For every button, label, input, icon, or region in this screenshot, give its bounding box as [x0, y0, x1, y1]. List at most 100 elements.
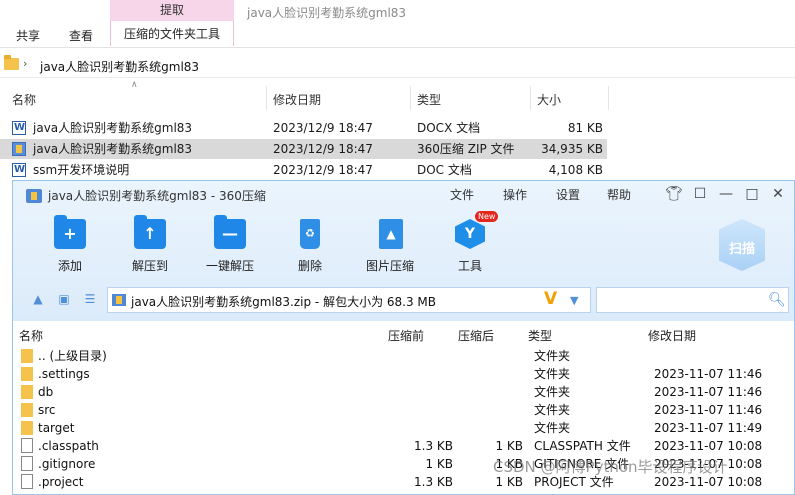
file-name: java人脸识别考勤系统gml83 — [33, 142, 193, 156]
file-row[interactable]: java人脸识别考勤系统gml83 2023/12/9 18:47 DOCX 文… — [0, 118, 607, 138]
list-item[interactable]: target 文件夹 2023-11-07 11:49 — [13, 419, 794, 437]
up-arrow-icon[interactable]: ▲ — [31, 292, 45, 306]
entry-type: 文件夹 — [534, 349, 571, 363]
recycle-bin-icon: ♻ — [300, 219, 320, 249]
entry-type: GITIGNORE 文件 — [534, 457, 630, 471]
folder-icon — [21, 349, 33, 363]
image-compress-icon: ▲ — [379, 219, 403, 249]
file-icon — [21, 456, 33, 471]
skin-icon[interactable]: 👕︎ — [663, 183, 685, 205]
menu-settings[interactable]: 设置 — [556, 186, 580, 203]
extract-to-icon: ↑ — [134, 215, 166, 249]
entry-name: .settings — [38, 367, 90, 381]
entry-type: 文件夹 — [534, 367, 571, 381]
feedback-icon[interactable]: ☐ — [689, 183, 711, 205]
tab-compressed-folder-tools[interactable]: 压缩的文件夹工具 — [110, 21, 234, 46]
one-click-extract-label: 一键解压 — [205, 259, 254, 273]
entry-modified: 2023-11-07 10:08 — [654, 457, 763, 471]
entry-name: .gitignore — [38, 457, 96, 471]
scan-label[interactable]: 扫描 — [719, 238, 765, 257]
column-name[interactable]: 名称 — [12, 91, 36, 108]
folder-icon — [21, 385, 33, 399]
add-folder-icon: + — [54, 215, 86, 249]
thumbnail-view-icon[interactable]: ▣ — [57, 292, 71, 306]
column-divider[interactable] — [266, 86, 267, 110]
zip-path-bar: ▲ ▣ ☰ java人脸识别考勤系统gml83.zip - 解包大小为 68.3… — [13, 283, 794, 315]
entry-name: .project — [38, 475, 84, 489]
list-view-icon[interactable]: ☰ — [83, 292, 97, 306]
file-row[interactable]: ssm开发环境说明 2023/12/9 18:47 DOC 文档 4,108 K… — [0, 160, 607, 180]
tab-view[interactable]: 查看 — [69, 27, 93, 45]
list-item[interactable]: src 文件夹 2023-11-07 11:46 — [13, 401, 794, 419]
search-icon[interactable]: 🔍︎ — [768, 293, 786, 307]
column-divider[interactable] — [530, 86, 531, 110]
address-bar[interactable]: › java人脸识别考勤系统gml83 — [0, 54, 795, 78]
file-modified: 2023/12/9 18:47 — [273, 121, 373, 135]
file-type: DOC 文档 — [417, 163, 472, 177]
list-item[interactable]: .classpath 1.3 KB 1 KB CLASSPATH 文件 2023-11-… — [13, 437, 794, 455]
explorer-window-title: java人脸识别考勤系统gml83 — [247, 6, 407, 20]
entry-type: PROJECT 文件 — [534, 475, 614, 489]
entry-modified: 2023-11-07 10:08 — [654, 439, 763, 453]
column-size[interactable]: 大小 — [537, 91, 561, 108]
column-before[interactable]: 压缩前 — [388, 327, 424, 344]
column-modified[interactable]: 修改日期 — [648, 327, 696, 344]
list-item[interactable]: db 文件夹 2023-11-07 11:46 — [13, 383, 794, 401]
column-type[interactable]: 类型 — [417, 91, 441, 108]
entry-size-before: 1 KB — [425, 457, 453, 471]
file-size: 81 KB — [567, 121, 603, 135]
menu-operation[interactable]: 操作 — [503, 186, 527, 203]
minimize-icon[interactable]: — — [715, 183, 737, 205]
entry-name: src — [38, 403, 56, 417]
verify-icon[interactable]: V — [544, 289, 557, 309]
list-item[interactable]: .settings 文件夹 2023-11-07 11:46 — [13, 365, 794, 383]
menu-help[interactable]: 帮助 — [607, 186, 631, 203]
folder-icon — [21, 421, 33, 435]
tools-button[interactable]: Y 工具 — [435, 217, 505, 277]
list-item[interactable]: .project 1.3 KB 1 KB PROJECT 文件 2023-11-07 1… — [13, 473, 794, 491]
list-item[interactable]: .gitignore 1 KB 1 KB GITIGNORE 文件 2023-11-07… — [13, 455, 794, 473]
entry-size-after: 1 KB — [495, 457, 523, 471]
column-name[interactable]: 名称 — [19, 327, 43, 344]
maximize-icon[interactable]: □ — [741, 183, 763, 205]
list-item[interactable]: .. (上级目录) 文件夹 — [13, 347, 794, 365]
zip-path-field[interactable]: java人脸识别考勤系统gml83.zip - 解包大小为 68.3 MB V … — [107, 287, 591, 313]
file-modified: 2023/12/9 18:47 — [273, 163, 373, 177]
extract-to-button[interactable]: ↑ 解压到 — [115, 215, 185, 277]
entry-modified: 2023-11-07 11:49 — [654, 421, 763, 435]
tab-share[interactable]: 共享 — [16, 27, 40, 45]
column-modified[interactable]: 修改日期 — [273, 91, 321, 108]
column-divider[interactable] — [608, 86, 609, 110]
image-compress-button[interactable]: ▲ 图片压缩 — [355, 217, 425, 277]
file-icon — [21, 438, 33, 453]
column-after[interactable]: 压缩后 — [458, 327, 494, 344]
one-click-extract-button[interactable]: — 一键解压 — [195, 215, 265, 277]
explorer-column-headers: 名称 修改日期 类型 大小 — [0, 84, 610, 112]
extract-context-header[interactable]: 提取 — [110, 0, 234, 21]
entry-name: target — [38, 421, 75, 435]
close-icon[interactable]: ✕ — [767, 183, 789, 205]
zip-column-headers: 名称 压缩前 压缩后 类型 修改日期 — [13, 323, 794, 345]
file-name: ssm开发环境说明 — [33, 163, 130, 177]
tools-icon: Y — [455, 219, 485, 249]
word-doc-icon — [12, 160, 26, 180]
delete-button[interactable]: ♻ 删除 — [275, 217, 345, 277]
tools-label: 工具 — [457, 259, 482, 273]
address-path[interactable]: java人脸识别考勤系统gml83 — [40, 58, 199, 75]
one-click-extract-icon: — — [214, 215, 246, 249]
menu-file[interactable]: 文件 — [450, 186, 474, 203]
file-size: 34,935 KB — [541, 142, 603, 156]
extract-to-label: 解压到 — [131, 259, 168, 273]
chevron-down-icon[interactable]: ▼ — [570, 294, 578, 307]
entry-type: CLASSPATH 文件 — [534, 439, 631, 453]
add-button[interactable]: + 添加 — [35, 215, 105, 277]
folder-icon — [4, 55, 19, 70]
column-type[interactable]: 类型 — [528, 327, 552, 344]
zip-search-input[interactable]: 🔍︎ — [596, 287, 789, 313]
file-row-selected[interactable]: java人脸识别考勤系统gml83 2023/12/9 18:47 360压缩 … — [0, 139, 607, 159]
column-divider[interactable] — [410, 86, 411, 110]
chevron-right-icon[interactable]: › — [23, 57, 27, 70]
entry-size-before: 1.3 KB — [414, 475, 453, 489]
image-compress-label: 图片压缩 — [365, 259, 414, 273]
file-type: DOCX 文档 — [417, 121, 481, 135]
